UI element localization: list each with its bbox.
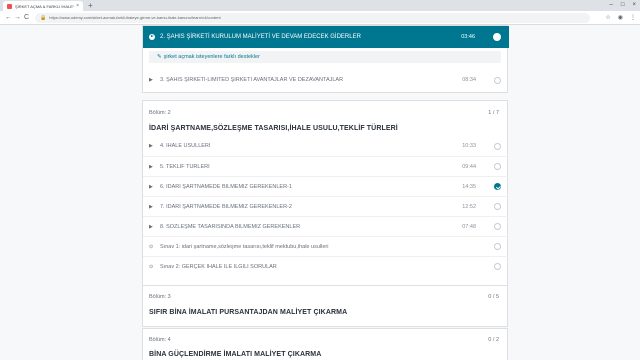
lecture-title: 5. TEKLİF TÜRLERİ	[160, 163, 210, 170]
lecture-duration: 08:34	[462, 77, 476, 83]
lecture-row[interactable]: ▶ 4. İHALE USULLERİ 10:33	[143, 136, 509, 156]
section-progress-count: 1 / 7	[488, 110, 499, 116]
lecture-row[interactable]: ▶ 7. İDARİ ŞARTNAMEDE BİLMEMİZ GEREKENLE…	[143, 196, 509, 216]
url-text: https://www.udemy.com/sirket-acmak-farkl…	[49, 15, 221, 20]
play-icon: ▶	[149, 77, 153, 83]
progress-checkbox[interactable]	[493, 33, 501, 41]
progress-checkbox[interactable]	[494, 243, 501, 250]
lecture-title: 8. SÖZLEŞME TASARISINDA BİLMEMİZ GEREKEN…	[160, 223, 301, 230]
quiz-icon: ⊙	[149, 263, 154, 270]
section-card-3[interactable]: Bölüm: 3 0 / 5 SIFIR BİNA İMALATI PURSAN…	[142, 285, 508, 327]
window-close-icon[interactable]: ×	[632, 0, 636, 10]
progress-checkbox[interactable]	[494, 142, 501, 150]
course-content: 2. ŞAHIS ŞİRKETİ KURULUM MALİYETİ VE DEV…	[0, 25, 640, 360]
quiz-icon: ⊙	[149, 243, 154, 250]
active-lecture-row[interactable]: 2. ŞAHIS ŞİRKETİ KURULUM MALİYETİ VE DEV…	[143, 26, 509, 48]
section-title[interactable]: İDARİ ŞARTNAME,SÖZLEŞME TASARISI,İHALE U…	[149, 125, 398, 132]
address-bar[interactable]: 🔒 https://www.udemy.com/sirket-acmak-far…	[35, 12, 590, 23]
play-icon: ▶	[149, 143, 153, 149]
section-card-2: Bölüm: 2 1 / 7 İDARİ ŞARTNAME,SÖZLEŞME T…	[142, 100, 509, 305]
section-card-4[interactable]: Bölüm: 4 0 / 2 BİNA GÜÇLENDİRME İMALATI …	[142, 328, 508, 360]
browser-toolbar: ← → C 🔒 https://www.udemy.com/sirket-acm…	[0, 11, 640, 25]
back-arrow-icon[interactable]: ←	[4, 14, 13, 21]
resource-link[interactable]: ✎ şirket açmak isteyenlere farklı destek…	[149, 51, 501, 63]
tab-title: ŞİRKET AÇMA & FARKLI İHALEY...	[15, 3, 75, 9]
play-icon: ▶	[149, 223, 153, 230]
completed-checkmark-icon[interactable]	[494, 183, 501, 190]
lecture-row[interactable]: ▶ 6. İDARİ ŞARTNAMEDE BİLMEMİZ GEREKENLE…	[143, 176, 509, 196]
tab-close-icon[interactable]: ×	[76, 3, 79, 9]
section-progress-count: 0 / 5	[488, 294, 499, 300]
lecture-duration: 09:44	[462, 163, 476, 170]
progress-checkbox[interactable]	[494, 203, 501, 210]
lock-icon: 🔒	[40, 14, 47, 21]
quiz-title: Sınav 1: idari şartname,sözleşme tasarıs…	[160, 243, 329, 250]
lecture-row[interactable]: ▶ 5. TEKLİF TÜRLERİ 09:44	[143, 156, 509, 176]
lecture-row[interactable]: ▶ 8. SÖZLEŞME TASARISINDA BİLMEMİZ GEREK…	[143, 216, 509, 236]
lecture-title: 3. ŞAHIS ŞİRKETİ-LİMİTED ŞİRKETİ AVANTAJ…	[160, 77, 344, 83]
lecture-title: 6. İDARİ ŞARTNAMEDE BİLMEMİZ GEREKENLER-…	[160, 183, 292, 190]
resource-label: şirket açmak isteyenlere farklı destekle…	[163, 54, 260, 60]
section-label: Bölüm: 3	[149, 294, 171, 300]
play-icon: ▶	[149, 183, 153, 190]
browser-tab-strip: ŞİRKET AÇMA & FARKLI İHALEY... × + – □ ×	[0, 0, 640, 11]
section-label: Bölüm: 4	[149, 337, 171, 343]
reload-icon[interactable]: C	[22, 14, 31, 21]
window-controls: – □ ×	[610, 0, 636, 10]
progress-checkbox[interactable]	[494, 163, 501, 170]
forward-arrow-icon[interactable]: →	[13, 14, 22, 21]
lecture-title: 4. İHALE USULLERİ	[160, 143, 211, 149]
play-icon: ▶	[149, 163, 153, 170]
quiz-row[interactable]: ⊙ Sınav 1: idari şartname,sözleşme tasar…	[143, 236, 509, 256]
progress-checkbox[interactable]	[494, 223, 501, 230]
browser-tab[interactable]: ŞİRKET AÇMA & FARKLI İHALEY... ×	[3, 1, 83, 11]
lecture-duration: 10:33	[462, 143, 476, 149]
section-title: SIFIR BİNA İMALATI PURSANTAJDAN MALİYET …	[149, 309, 348, 316]
new-tab-button[interactable]: +	[88, 1, 93, 10]
section-label: Bölüm: 2	[149, 110, 171, 116]
section-card-1: 2. ŞAHIS ŞİRKETİ KURULUM MALİYETİ VE DEV…	[142, 25, 509, 93]
progress-checkbox[interactable]	[494, 76, 501, 84]
lecture-title: 7. İDARİ ŞARTNAMEDE BİLMEMİZ GEREKENLER-…	[160, 203, 292, 210]
lecture-duration: 07:48	[462, 223, 476, 230]
quiz-title: Sınav 2: GERÇEK İHALE İLE İLGİLİ SORULAR	[160, 263, 277, 270]
extension-icon[interactable]: ◉	[618, 14, 623, 21]
toolbar-icons: ☆ ◉ ⋮	[605, 14, 636, 21]
section-title: BİNA GÜÇLENDİRME İMALATI MALİYET ÇIKARMA	[149, 351, 322, 358]
udemy-favicon-icon	[7, 3, 12, 9]
lecture-title: 2. ŞAHIS ŞİRKETİ KURULUM MALİYETİ VE DEV…	[160, 34, 361, 40]
lecture-row[interactable]: ▶ 3. ŞAHIS ŞİRKETİ-LİMİTED ŞİRKETİ AVANT…	[143, 70, 509, 90]
play-icon	[149, 34, 155, 40]
maximize-icon[interactable]: □	[621, 0, 625, 10]
lecture-duration: 14:35	[462, 183, 476, 190]
menu-dots-icon[interactable]: ⋮	[630, 14, 636, 21]
quiz-row[interactable]: ⊙ Sınav 2: GERÇEK İHALE İLE İLGİLİ SORUL…	[143, 256, 509, 276]
lecture-duration: 03:46	[461, 34, 475, 40]
section-progress-count: 0 / 2	[488, 337, 499, 343]
bookmark-star-icon[interactable]: ☆	[605, 14, 610, 21]
minimize-icon[interactable]: –	[610, 0, 613, 10]
lecture-duration: 12:52	[462, 203, 476, 210]
attachment-icon: ✎	[157, 54, 162, 60]
play-icon: ▶	[149, 203, 153, 210]
progress-checkbox[interactable]	[494, 263, 501, 270]
